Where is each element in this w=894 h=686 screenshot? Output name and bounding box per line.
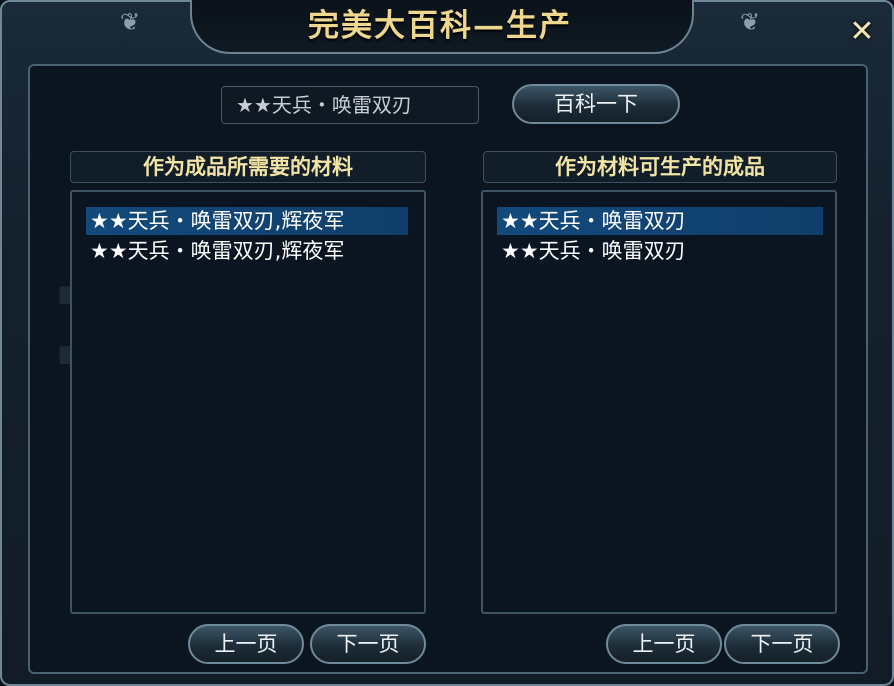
list-item[interactable]: ★★天兵・唤雷双刃,辉夜军 [86, 207, 408, 235]
left-prev-page-button[interactable]: 上一页 [188, 624, 304, 664]
search-input[interactable]: ★★天兵・唤雷双刃 [221, 86, 479, 124]
right-section-header: 作为材料可生产的成品 [483, 151, 837, 183]
right-prev-page-button[interactable]: 上一页 [606, 624, 722, 664]
list-item[interactable]: ★★天兵・唤雷双刃,辉夜军 [86, 237, 408, 265]
title-ornament-left-icon: ❦ [120, 8, 141, 36]
close-icon[interactable]: ✕ [846, 16, 878, 48]
right-next-page-button[interactable]: 下一页 [724, 624, 840, 664]
search-button[interactable]: 百科一下 [512, 84, 680, 124]
left-next-page-button[interactable]: 下一页 [310, 624, 426, 664]
list-item[interactable]: ★★天兵・唤雷双刃 [497, 207, 823, 235]
title-ornament-right-icon: ❦ [740, 8, 761, 36]
list-item[interactable]: ★★天兵・唤雷双刃 [497, 237, 823, 265]
window-title: 完美大百科—生产 [308, 8, 572, 44]
left-section-header: 作为成品所需要的材料 [70, 151, 426, 183]
